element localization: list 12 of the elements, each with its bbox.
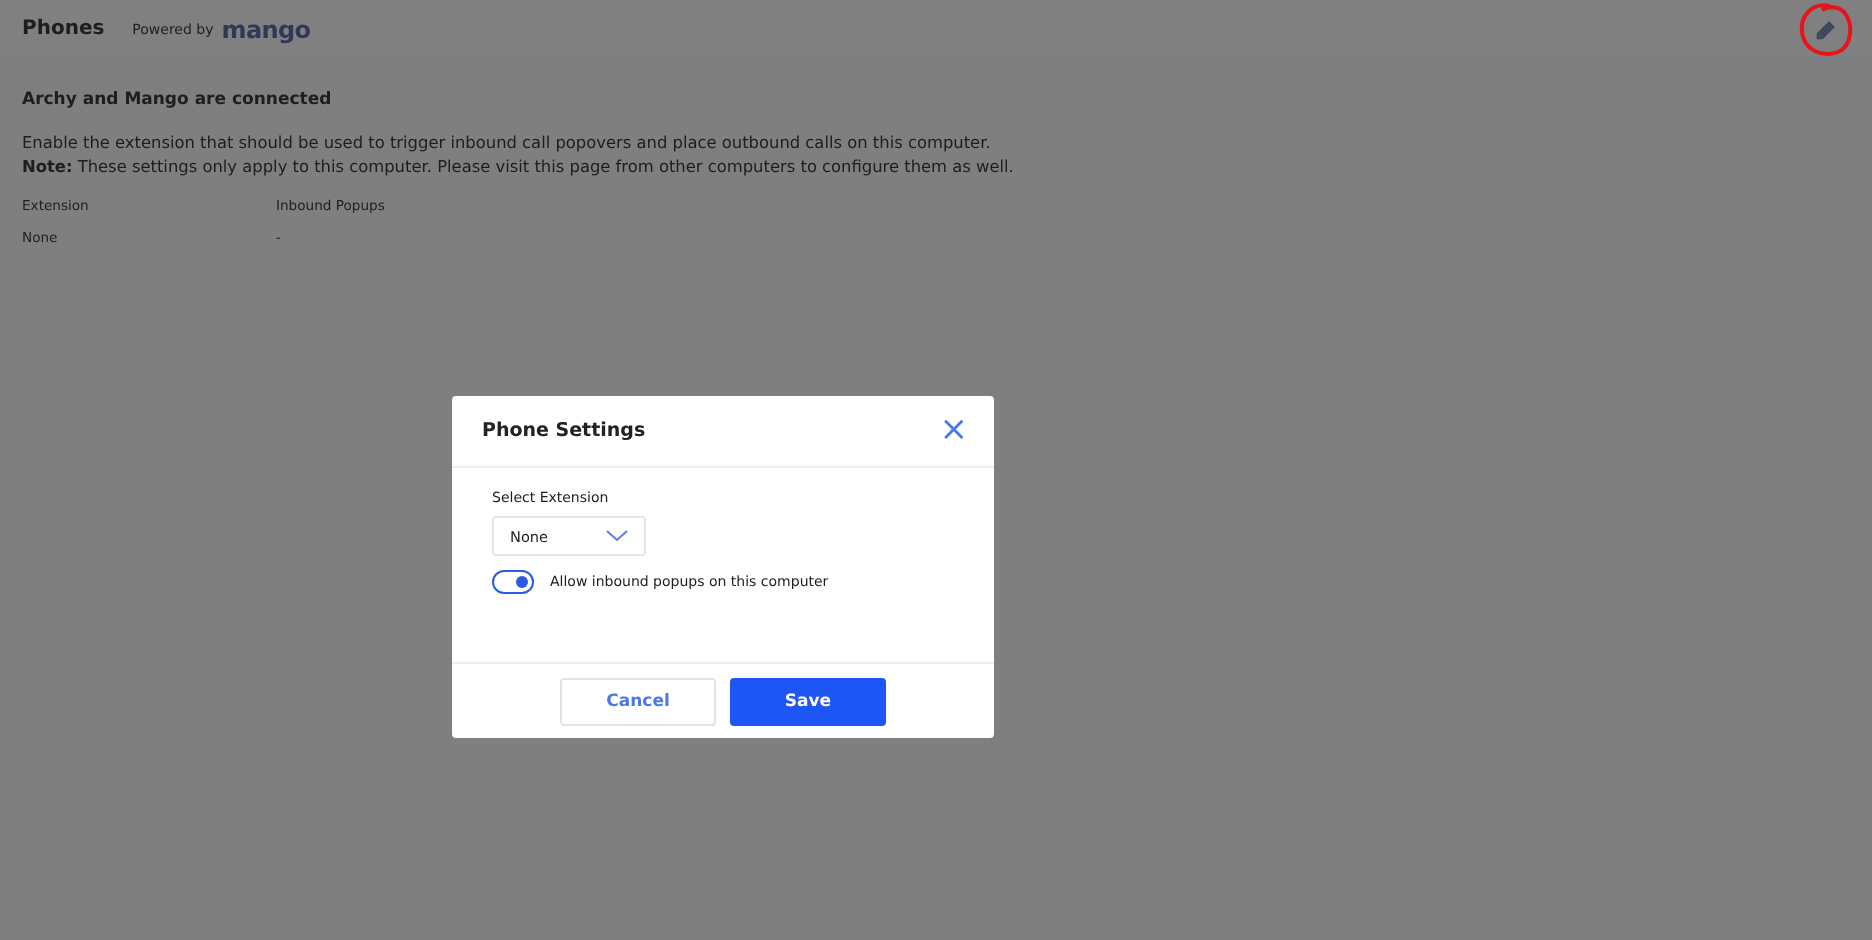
save-button[interactable]: Save (730, 677, 886, 725)
pencil-icon[interactable] (1816, 19, 1836, 39)
connection-heading: Archy and Mango are connected (22, 90, 334, 110)
cancel-button[interactable]: Cancel (560, 677, 716, 725)
brand-logo: mango (221, 15, 311, 43)
toggle-switch[interactable] (492, 570, 534, 594)
note-text: Note: These settings only apply to this computer. Please visit this page from other computers to configure them as well. (22, 154, 1016, 178)
chevron-down-icon (606, 530, 628, 542)
close-button[interactable]: × (939, 414, 968, 448)
dialog-title: Phone Settings (482, 420, 646, 442)
description-text: Enable the extension that should be used to trigger inbound call popovers and place outbound calls on this computer. (22, 130, 993, 154)
page-title: Phones (22, 18, 105, 40)
